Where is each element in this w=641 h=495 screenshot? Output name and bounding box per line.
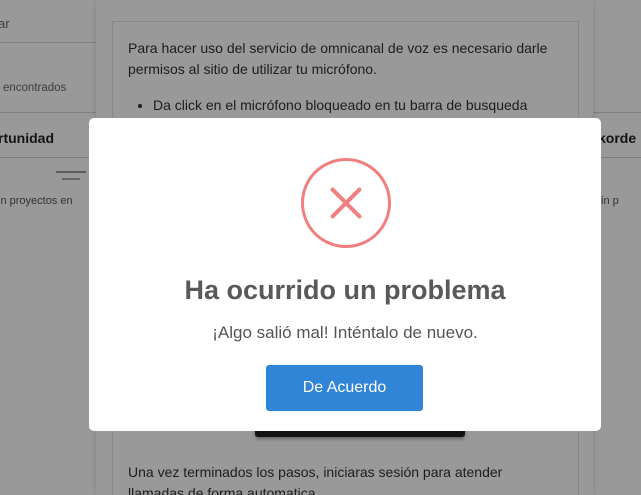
confirm-button[interactable]: De Acuerdo <box>266 365 423 411</box>
alert-title: Ha ocurrido un problema <box>184 275 506 305</box>
error-x-icon <box>301 158 391 248</box>
alert-message: ¡Algo salió mal! Inténtalo de nuevo. <box>212 323 478 342</box>
error-alert-dialog: Ha ocurrido un problema ¡Algo salió mal!… <box>89 118 601 431</box>
app-viewport: ar encontrados rtunidad korde in proyect… <box>0 0 641 495</box>
